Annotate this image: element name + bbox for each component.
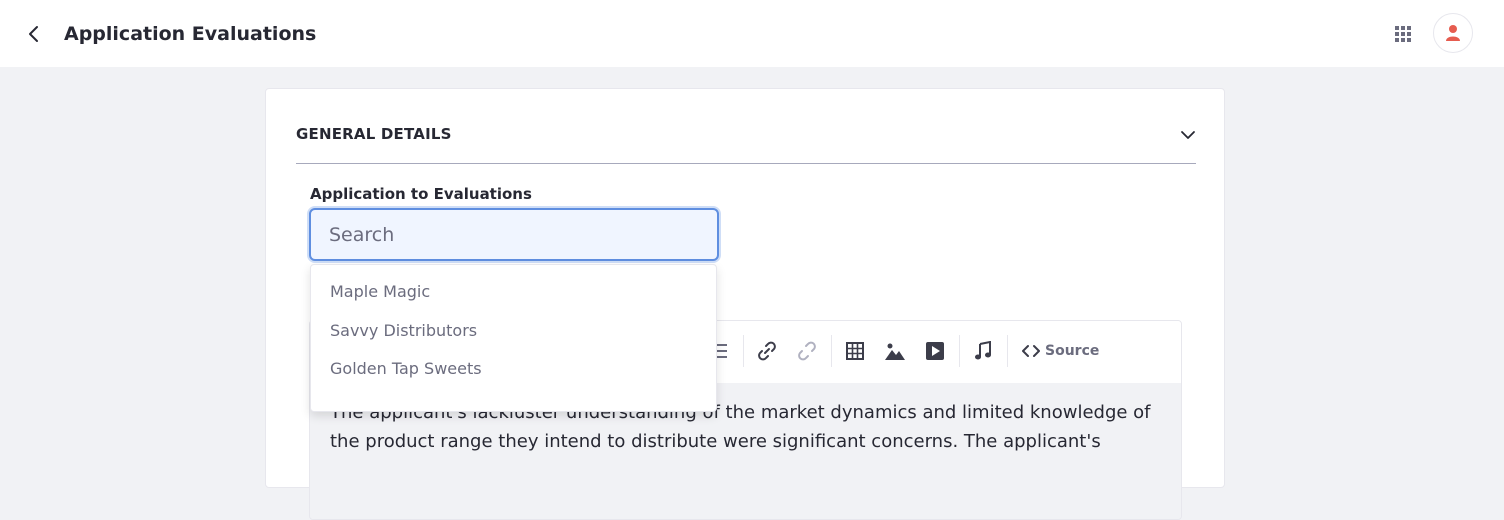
dropdown-option[interactable]: Savvy Distributors xyxy=(311,312,716,351)
video-icon xyxy=(926,342,944,360)
dropdown-option[interactable]: Golden Tap Sweets xyxy=(311,350,716,389)
toolbar-separator xyxy=(959,335,960,367)
unlink-icon xyxy=(798,341,816,361)
video-button[interactable] xyxy=(922,338,948,364)
image-icon xyxy=(885,343,905,360)
general-details-toggle[interactable]: GENERAL DETAILS xyxy=(296,113,1196,164)
source-button[interactable]: Source xyxy=(1022,338,1112,364)
application-search-input[interactable] xyxy=(309,208,719,261)
music-note-icon xyxy=(975,341,991,360)
chevron-left-icon xyxy=(29,26,38,42)
chevron-down-icon xyxy=(1181,131,1195,139)
link-icon xyxy=(758,341,776,361)
top-bar: Application Evaluations xyxy=(0,0,1504,67)
audio-button[interactable] xyxy=(970,338,996,364)
source-label: Source xyxy=(1045,343,1100,359)
dropdown-option[interactable]: Maple Magic xyxy=(311,273,716,312)
link-button[interactable] xyxy=(754,338,780,364)
toolbar-separator xyxy=(1007,335,1008,367)
user-icon xyxy=(1446,25,1460,41)
code-icon xyxy=(1022,345,1040,357)
grid-icon xyxy=(1395,26,1411,42)
image-button[interactable] xyxy=(882,338,908,364)
table-button[interactable] xyxy=(842,338,868,364)
table-icon xyxy=(846,342,864,360)
toolbar-separator xyxy=(743,335,744,367)
user-avatar-button[interactable] xyxy=(1433,13,1473,53)
application-field-label: Application to Evaluations xyxy=(310,185,532,203)
back-button[interactable] xyxy=(22,22,46,46)
toolbar-separator xyxy=(831,335,832,367)
section-title: GENERAL DETAILS xyxy=(296,125,452,143)
unlink-button[interactable] xyxy=(794,338,820,364)
page-title: Application Evaluations xyxy=(64,23,317,45)
application-options-dropdown: Maple Magic Savvy Distributors Golden Ta… xyxy=(310,264,717,412)
apps-menu-button[interactable] xyxy=(1391,22,1415,46)
